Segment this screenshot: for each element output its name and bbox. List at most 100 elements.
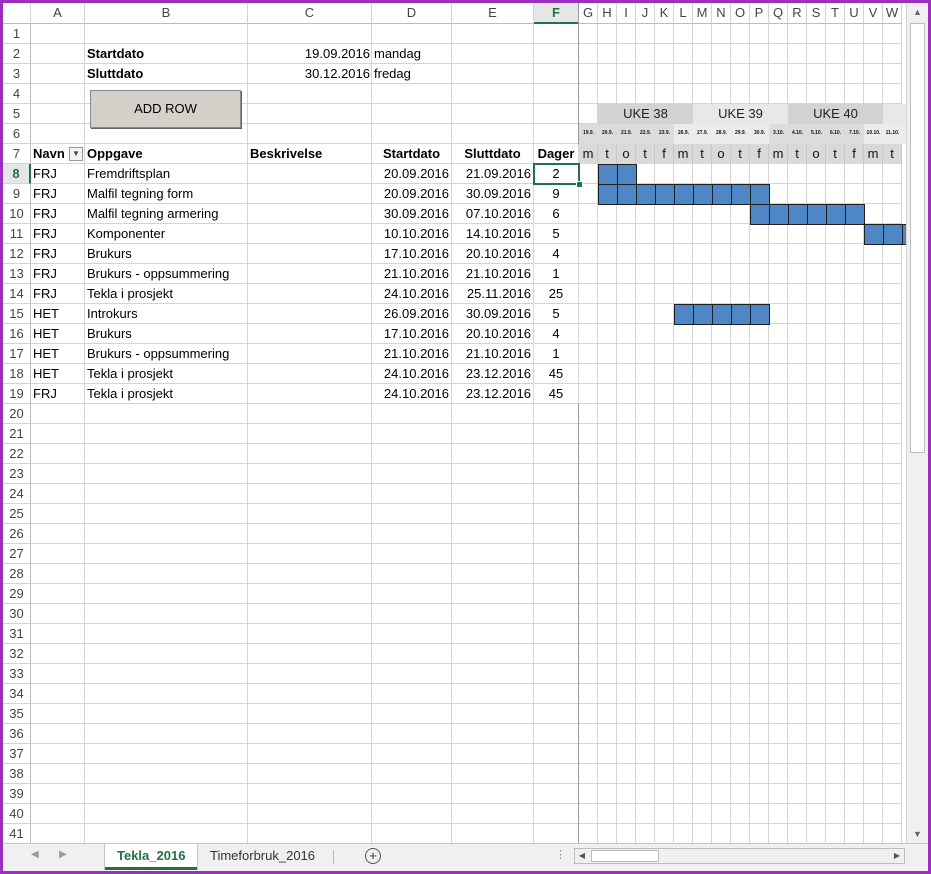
grid-cell[interactable]	[788, 564, 807, 584]
grid-cell[interactable]	[85, 464, 248, 484]
row-header[interactable]: 13	[3, 264, 31, 284]
grid-cell[interactable]	[769, 744, 788, 764]
grid-cell[interactable]	[31, 604, 85, 624]
row-header[interactable]: 9	[3, 184, 31, 204]
grid-cell[interactable]	[85, 764, 248, 784]
grid-cell[interactable]	[864, 804, 883, 824]
grid-cell[interactable]	[845, 584, 864, 604]
grid-cell[interactable]	[769, 804, 788, 824]
row-header[interactable]: 1	[3, 24, 31, 44]
grid-cell[interactable]	[788, 784, 807, 804]
table-cell[interactable]: Malfil tegning armering	[85, 204, 248, 224]
grid-cell[interactable]	[807, 184, 826, 204]
grid-cell[interactable]	[731, 724, 750, 744]
grid-cell[interactable]	[579, 64, 598, 84]
grid-cell[interactable]	[579, 604, 598, 624]
table-cell[interactable]: FRJ	[31, 204, 85, 224]
grid-cell[interactable]	[864, 504, 883, 524]
grid-cell[interactable]	[31, 124, 85, 144]
grid-cell[interactable]	[598, 44, 617, 64]
grid-cell[interactable]	[712, 504, 731, 524]
grid-cell[interactable]	[826, 424, 845, 444]
grid-cell[interactable]	[693, 44, 712, 64]
grid-cell[interactable]	[883, 484, 902, 504]
grid-cell[interactable]	[693, 684, 712, 704]
row-header[interactable]: 36	[3, 724, 31, 744]
grid-cell[interactable]	[534, 784, 579, 804]
grid-cell[interactable]	[826, 304, 845, 324]
add-sheet-icon[interactable]: +	[365, 848, 381, 864]
grid-cell[interactable]	[598, 364, 617, 384]
grid-cell[interactable]	[372, 564, 452, 584]
grid-cell[interactable]	[788, 744, 807, 764]
grid-cell[interactable]	[807, 824, 826, 843]
grid-cell[interactable]	[883, 284, 902, 304]
grid-cell[interactable]	[534, 484, 579, 504]
grid-cell[interactable]	[579, 84, 598, 104]
table-cell[interactable]: 30.09.2016	[452, 304, 534, 324]
grid-cell[interactable]	[248, 644, 372, 664]
grid-cell[interactable]	[883, 684, 902, 704]
grid-cell[interactable]	[452, 644, 534, 664]
grid-cell[interactable]	[31, 744, 85, 764]
grid-cell[interactable]	[674, 804, 693, 824]
grid-cell[interactable]	[248, 464, 372, 484]
grid-cell[interactable]	[807, 164, 826, 184]
table-header[interactable]: Sluttdato	[452, 144, 534, 164]
table-cell[interactable]	[248, 164, 372, 184]
grid-cell[interactable]	[372, 84, 452, 104]
grid-cell[interactable]	[769, 484, 788, 504]
grid-cell[interactable]	[769, 184, 788, 204]
grid-cell[interactable]	[452, 684, 534, 704]
grid-cell[interactable]	[534, 524, 579, 544]
grid-cell[interactable]	[248, 684, 372, 704]
grid-cell[interactable]	[883, 164, 902, 184]
grid-cell[interactable]	[579, 824, 598, 843]
grid-cell[interactable]	[655, 204, 674, 224]
grid-cell[interactable]	[845, 724, 864, 744]
grid-cell[interactable]	[788, 464, 807, 484]
grid-cell[interactable]	[617, 664, 636, 684]
select-all-corner[interactable]	[3, 3, 31, 24]
grid-cell[interactable]	[693, 164, 712, 184]
vertical-scrollbar[interactable]: ▲ ▼	[906, 3, 928, 843]
grid-cell[interactable]	[864, 164, 883, 184]
grid-cell[interactable]	[31, 724, 85, 744]
grid-cell[interactable]	[845, 244, 864, 264]
grid-cell[interactable]	[845, 784, 864, 804]
grid-cell[interactable]	[693, 224, 712, 244]
grid-cell[interactable]	[826, 284, 845, 304]
table-header[interactable]: Beskrivelse	[248, 144, 372, 164]
grid-cell[interactable]	[674, 784, 693, 804]
grid-cell[interactable]	[864, 404, 883, 424]
grid-cell[interactable]	[248, 524, 372, 544]
grid-cell[interactable]	[693, 704, 712, 724]
grid-cell[interactable]	[636, 584, 655, 604]
grid-cell[interactable]	[712, 484, 731, 504]
grid-cell[interactable]	[883, 564, 902, 584]
grid-cell[interactable]	[655, 644, 674, 664]
grid-cell[interactable]	[845, 344, 864, 364]
grid-cell[interactable]	[864, 24, 883, 44]
grid-cell[interactable]	[769, 404, 788, 424]
column-header[interactable]: O	[731, 3, 750, 24]
grid-cell[interactable]	[750, 364, 769, 384]
grid-cell[interactable]	[31, 424, 85, 444]
grid-cell[interactable]	[674, 604, 693, 624]
grid-cell[interactable]	[864, 84, 883, 104]
grid-cell[interactable]	[807, 24, 826, 44]
grid-cell[interactable]	[617, 504, 636, 524]
grid-cell[interactable]	[452, 24, 534, 44]
row-header[interactable]: 28	[3, 564, 31, 584]
grid-cell[interactable]	[788, 64, 807, 84]
grid-cell[interactable]	[712, 224, 731, 244]
grid-cell[interactable]	[655, 664, 674, 684]
grid-cell[interactable]	[452, 824, 534, 843]
grid-cell[interactable]	[248, 584, 372, 604]
grid-cell[interactable]	[636, 24, 655, 44]
grid-cell[interactable]	[636, 284, 655, 304]
grid-cell[interactable]	[617, 204, 636, 224]
grid-cell[interactable]	[452, 484, 534, 504]
grid-cell[interactable]	[788, 244, 807, 264]
grid-cell[interactable]	[617, 604, 636, 624]
